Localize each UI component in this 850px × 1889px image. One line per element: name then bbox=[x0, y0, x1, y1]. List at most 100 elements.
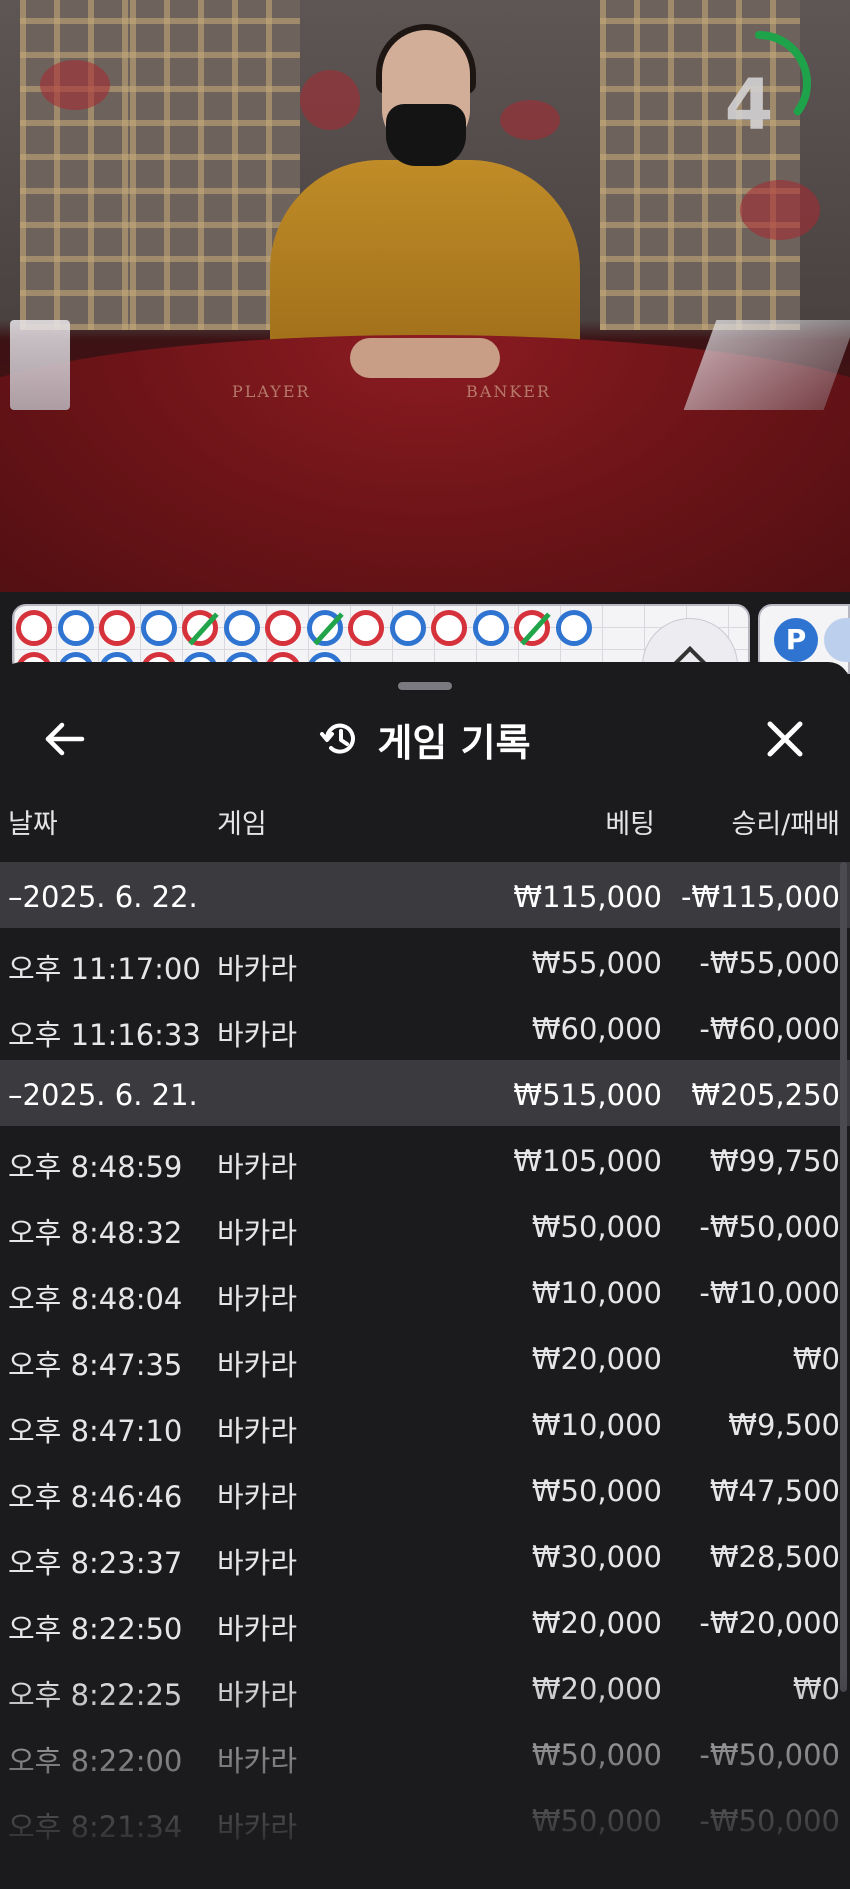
row-time: 오후 8:48:04 bbox=[8, 1282, 183, 1316]
player-bead bbox=[306, 610, 344, 646]
row-time: 오후 8:48:32 bbox=[8, 1216, 183, 1250]
row-time: 오후 8:23:37 bbox=[8, 1546, 183, 1580]
date-group-row[interactable]: –2025. 6. 22. ₩115,000 -₩115,000 bbox=[0, 862, 850, 928]
banker-bead bbox=[431, 610, 467, 646]
tie-slash-mark bbox=[520, 612, 551, 646]
banker-bead bbox=[99, 610, 135, 646]
row-game: 바카라 bbox=[217, 1216, 298, 1250]
history-row[interactable]: 오후 8:46:46 바카라 ₩50,000 ₩47,500 bbox=[0, 1456, 850, 1522]
card-shoe bbox=[683, 320, 850, 410]
group-date: –2025. 6. 22. bbox=[8, 880, 198, 914]
player-bead bbox=[555, 610, 592, 646]
row-time: 오후 8:46:46 bbox=[8, 1480, 183, 1514]
history-row[interactable]: 오후 8:47:10 바카라 ₩10,000 ₩9,500 bbox=[0, 1390, 850, 1456]
close-icon[interactable] bbox=[758, 712, 812, 766]
banker-predict-partial bbox=[824, 618, 850, 662]
player-predict-label: P bbox=[774, 618, 818, 662]
column-game: 게임 bbox=[217, 809, 267, 840]
player-table-label: PLAYER bbox=[232, 382, 311, 401]
row-bet: ₩50,000 bbox=[531, 1210, 662, 1244]
row-time: 오후 8:47:35 bbox=[8, 1348, 183, 1382]
row-game: 바카라 bbox=[217, 1018, 298, 1052]
player-bead bbox=[472, 610, 509, 646]
banker-bead bbox=[182, 610, 219, 646]
sheet-title: 게임 기록 bbox=[377, 720, 531, 765]
history-row[interactable]: 오후 8:48:04 바카라 ₩10,000 -₩10,000 bbox=[0, 1258, 850, 1324]
row-game: 바카라 bbox=[217, 1150, 298, 1184]
banker-bead bbox=[265, 610, 301, 646]
row-bet: ₩20,000 bbox=[531, 1606, 662, 1640]
group-bet-total: ₩515,000 bbox=[513, 1078, 662, 1112]
row-game: 바카라 bbox=[217, 1480, 298, 1514]
player-bead bbox=[223, 610, 260, 646]
row-bet: ₩20,000 bbox=[531, 1342, 662, 1376]
history-row[interactable]: 오후 8:47:35 바카라 ₩20,000 ₩0 bbox=[0, 1324, 850, 1390]
history-row[interactable]: 오후 8:48:32 바카라 ₩50,000 -₩50,000 bbox=[0, 1192, 850, 1258]
history-scrollbar[interactable] bbox=[840, 862, 847, 1692]
tie-slash-mark bbox=[188, 612, 219, 646]
row-bet: ₩30,000 bbox=[531, 1540, 662, 1574]
row-result: -₩55,000 bbox=[699, 946, 840, 980]
row-result: ₩9,500 bbox=[728, 1408, 840, 1442]
banker-table-label: BANKER bbox=[466, 382, 551, 401]
list-fade-overlay bbox=[0, 1672, 850, 1889]
row-result: ₩28,500 bbox=[709, 1540, 840, 1574]
row-bet: ₩105,000 bbox=[513, 1144, 662, 1178]
left-screen-panel bbox=[20, 0, 135, 330]
row-time: 오후 8:48:59 bbox=[8, 1150, 183, 1184]
dealer-hands bbox=[350, 338, 500, 378]
row-game: 바카라 bbox=[217, 1348, 298, 1382]
row-result: ₩0 bbox=[792, 1342, 840, 1376]
row-bet: ₩55,000 bbox=[531, 946, 662, 980]
group-result-total: -₩115,000 bbox=[680, 880, 840, 914]
card-stack bbox=[10, 320, 70, 410]
history-row[interactable]: 오후 8:23:37 바카라 ₩30,000 ₩28,500 bbox=[0, 1522, 850, 1588]
player-bead bbox=[140, 610, 177, 646]
table-header: 날짜 게임 베팅 승리/패배 bbox=[0, 790, 850, 846]
group-date: –2025. 6. 21. bbox=[8, 1078, 198, 1112]
column-date: 날짜 bbox=[8, 809, 58, 840]
sheet-header: 게임 기록 bbox=[0, 712, 850, 766]
blossom-decoration bbox=[300, 70, 360, 130]
banker-bead bbox=[16, 610, 52, 646]
group-result-total: ₩205,250 bbox=[691, 1078, 840, 1112]
row-game: 바카라 bbox=[217, 1546, 298, 1580]
row-result: -₩20,000 bbox=[699, 1606, 840, 1640]
row-game: 바카라 bbox=[217, 952, 298, 986]
row-time: 오후 11:16:33 bbox=[8, 1018, 201, 1052]
column-result: 승리/패배 bbox=[731, 809, 840, 840]
row-bet: ₩10,000 bbox=[531, 1408, 662, 1442]
player-bead bbox=[389, 610, 426, 646]
row-result: ₩47,500 bbox=[709, 1474, 840, 1508]
row-game: 바카라 bbox=[217, 1282, 298, 1316]
history-row[interactable]: 오후 8:22:50 바카라 ₩20,000 -₩20,000 bbox=[0, 1588, 850, 1654]
date-group-row[interactable]: –2025. 6. 21. ₩515,000 ₩205,250 bbox=[0, 1060, 850, 1126]
history-icon bbox=[320, 723, 356, 754]
banker-bead bbox=[514, 610, 551, 646]
blossom-decoration bbox=[500, 100, 560, 140]
row-game: 바카라 bbox=[217, 1414, 298, 1448]
row-result: ₩99,750 bbox=[709, 1144, 840, 1178]
live-video-feed: PLAYER BANKER 4 bbox=[0, 0, 850, 592]
banker-bead bbox=[348, 610, 384, 646]
row-bet: ₩50,000 bbox=[531, 1474, 662, 1508]
column-bet: 베팅 bbox=[605, 809, 655, 840]
history-row[interactable]: 오후 8:48:59 바카라 ₩105,000 ₩99,750 bbox=[0, 1126, 850, 1192]
row-time: 오후 8:22:50 bbox=[8, 1612, 183, 1646]
row-time: 오후 8:47:10 bbox=[8, 1414, 183, 1448]
row-result: -₩50,000 bbox=[699, 1210, 840, 1244]
blossom-decoration bbox=[40, 60, 110, 110]
row-bet: ₩60,000 bbox=[531, 1012, 662, 1046]
row-bet: ₩10,000 bbox=[531, 1276, 662, 1310]
row-result: -₩10,000 bbox=[699, 1276, 840, 1310]
blossom-decoration bbox=[740, 180, 820, 240]
history-row[interactable]: 오후 11:16:33 바카라 ₩60,000 -₩60,000 bbox=[0, 994, 850, 1060]
sheet-drag-handle[interactable] bbox=[398, 682, 452, 690]
countdown-timer-value: 4 bbox=[724, 64, 774, 146]
history-row[interactable]: 오후 11:17:00 바카라 ₩55,000 -₩55,000 bbox=[0, 928, 850, 994]
row-time: 오후 11:17:00 bbox=[8, 952, 201, 986]
row-game: 바카라 bbox=[217, 1612, 298, 1646]
player-bead bbox=[57, 610, 94, 646]
dealer-mask bbox=[386, 104, 466, 166]
tie-slash-mark bbox=[312, 612, 344, 646]
